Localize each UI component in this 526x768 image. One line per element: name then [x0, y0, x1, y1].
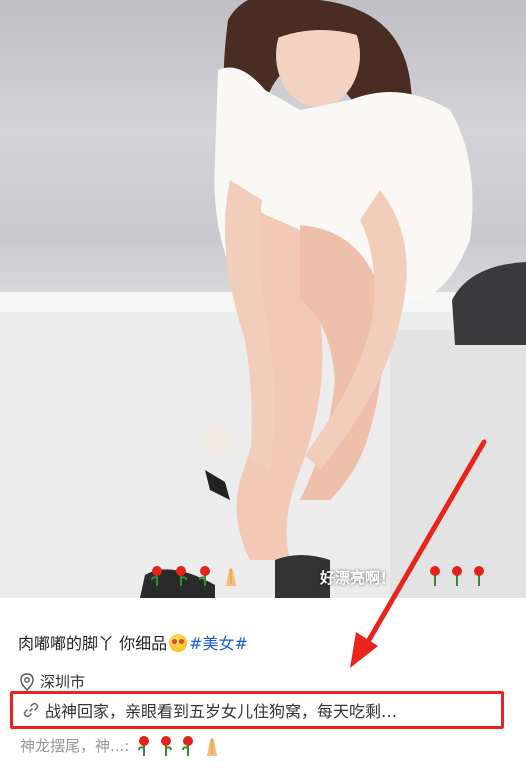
- rose-icon: [182, 735, 194, 756]
- related-line[interactable]: 神龙摆尾，神...:: [20, 735, 221, 756]
- rose-icon: [138, 735, 150, 756]
- rose-icon: [151, 566, 162, 586]
- post-title-text: 肉嘟嘟的脚丫 你细品: [18, 634, 168, 653]
- post-title: 肉嘟嘟的脚丫 你细品 #美女#: [18, 630, 248, 654]
- video-frame: [0, 0, 526, 598]
- location-pin-icon: [20, 672, 34, 691]
- rose-icon: [452, 566, 462, 586]
- link-icon: [23, 702, 39, 718]
- rose-icon: [199, 566, 210, 586]
- pray-icon: [207, 737, 218, 756]
- rose-icon: [176, 566, 187, 586]
- pray-icon: [226, 568, 236, 586]
- rose-icon: [161, 735, 173, 756]
- smiling-face-emoji-icon: [169, 634, 188, 652]
- link-text: 战神回家，亲眼看到五岁女儿住狗窝，每天吃剩…: [45, 702, 398, 721]
- rose-icon: [430, 566, 440, 586]
- video-player[interactable]: 好漂亮啊！: [0, 0, 526, 598]
- rose-icon: [474, 566, 484, 586]
- danmaku-rose-row: [428, 566, 486, 586]
- danmaku-emoji-row: [150, 566, 240, 586]
- hashtag-link[interactable]: #美女#: [189, 634, 248, 653]
- location-label: 深圳市: [40, 673, 86, 691]
- location-tag[interactable]: 深圳市: [20, 671, 85, 692]
- highlighted-link-row[interactable]: 战神回家，亲眼看到五岁女儿住狗窝，每天吃剩…: [10, 691, 504, 729]
- related-text: 神龙摆尾，神...:: [20, 737, 130, 755]
- danmaku-text: 好漂亮啊！: [320, 569, 396, 587]
